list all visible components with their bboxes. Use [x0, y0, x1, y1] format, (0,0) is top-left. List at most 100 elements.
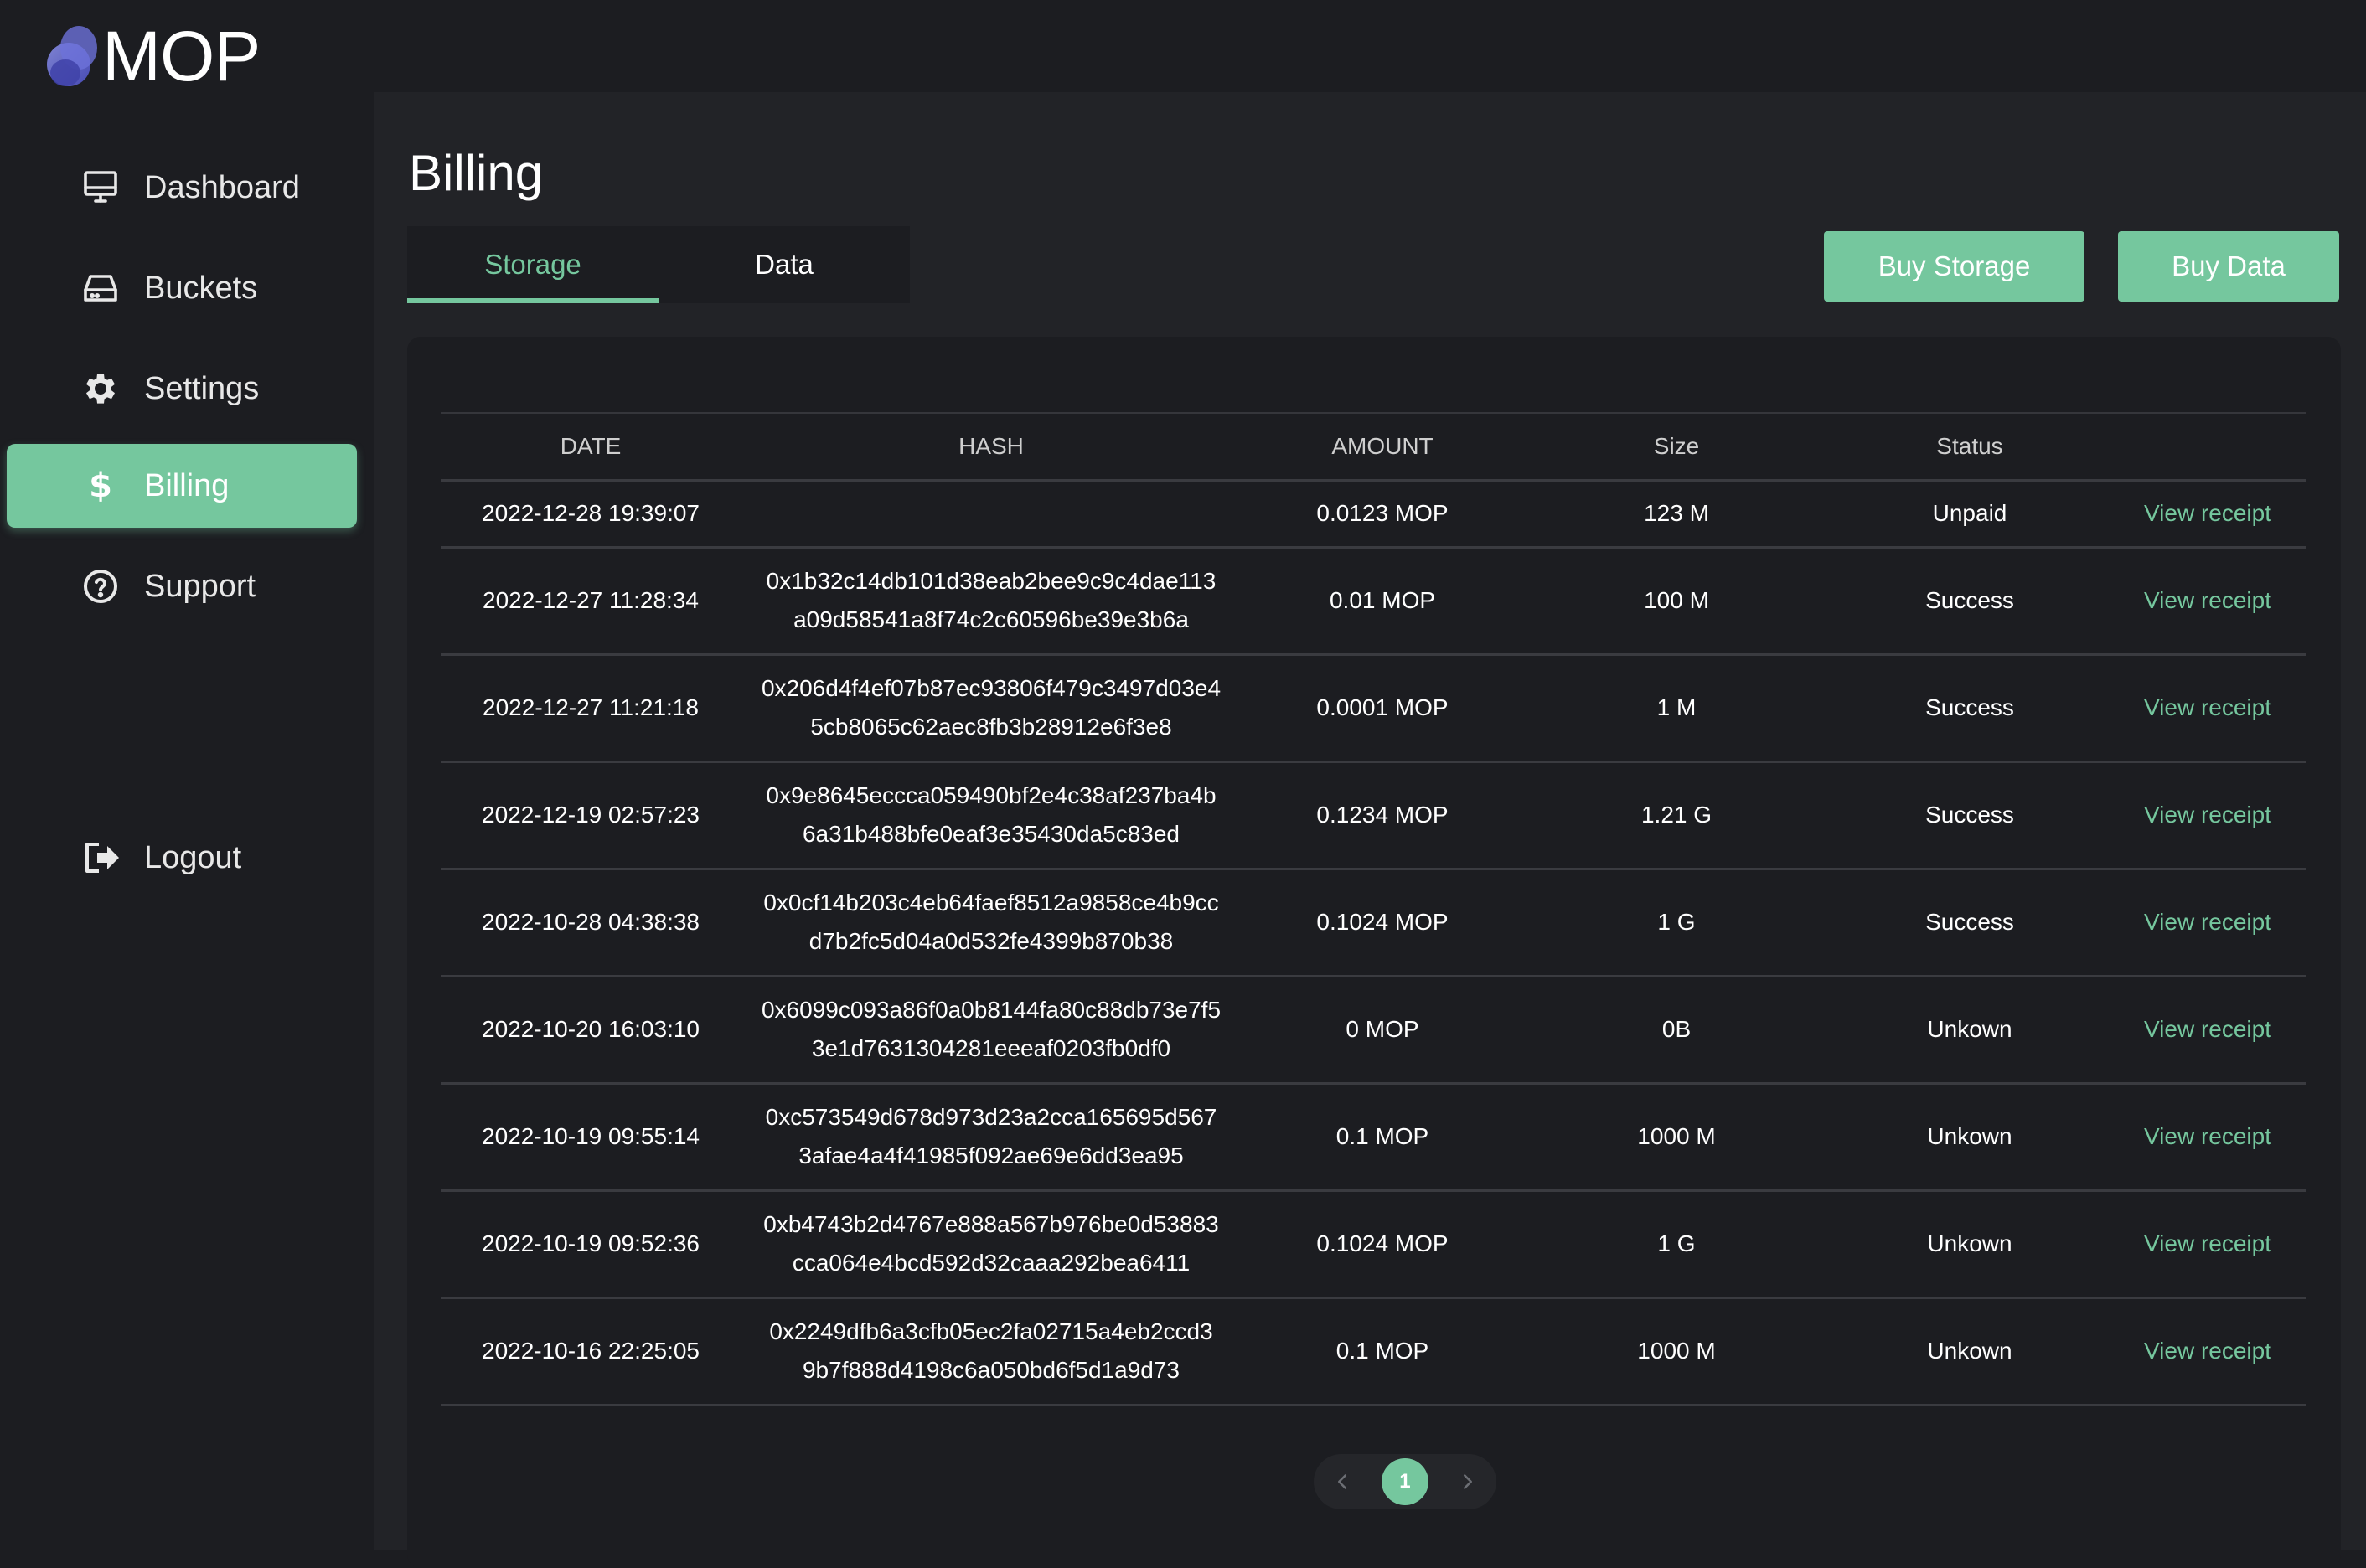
- cell-date: 2022-10-28 04:38:38: [482, 909, 700, 935]
- hash-line-1: 0x0cf14b203c4eb64faef8512a9858ce4b9cc: [763, 890, 1219, 916]
- table-row: 2022-12-27 11:21:18 0x206d4f4ef07b87ec93…: [441, 654, 2306, 761]
- billing-card: DATE HASH AMOUNT Size Status 2022-12-28 …: [407, 337, 2341, 1568]
- hash-line-2: 9b7f888d4198c6a050bd6f5d1a9d73: [802, 1357, 1180, 1383]
- view-receipt-link[interactable]: View receipt: [2144, 909, 2271, 935]
- cell-amount: 0.1024 MOP: [1316, 909, 1449, 935]
- view-receipt-link[interactable]: View receipt: [2144, 802, 2271, 828]
- chevron-right-icon[interactable]: [1451, 1465, 1485, 1498]
- hash-line-2: 5cb8065c62aec8fb3b28912e6f3e8: [810, 714, 1172, 740]
- logout-button[interactable]: Logout: [7, 816, 357, 900]
- sidebar-item-dashboard[interactable]: Dashboard: [7, 146, 357, 230]
- logout-label: Logout: [144, 839, 242, 875]
- top-bar: MOP: [0, 0, 2366, 92]
- table-header-row: DATE HASH AMOUNT Size Status: [441, 413, 2306, 480]
- hash-line-1: 0xc573549d678d973d23a2cca165695d567: [765, 1104, 1217, 1130]
- drive-icon: [80, 268, 121, 308]
- table-row: 2022-12-27 11:28:34 0x1b32c14db101d38eab…: [441, 547, 2306, 654]
- cell-date: 2022-12-19 02:57:23: [482, 802, 700, 828]
- column-header-date[interactable]: DATE: [441, 413, 741, 480]
- page-number-current[interactable]: 1: [1381, 1458, 1428, 1505]
- column-header-size[interactable]: Size: [1523, 413, 1830, 480]
- sidebar-item-support[interactable]: Support: [7, 544, 357, 628]
- cell-size: 1 G: [1657, 909, 1696, 935]
- hash-line-2: a09d58541a8f74c2c60596be39e3b6a: [793, 606, 1189, 632]
- view-receipt-link[interactable]: View receipt: [2144, 1016, 2271, 1042]
- cell-status: Unpaid: [1932, 500, 2007, 526]
- cell-hash: 0x206d4f4ef07b87ec93806f479c3497d03e4 5cb…: [741, 654, 1242, 761]
- cell-size: 1 G: [1657, 1230, 1696, 1256]
- cell-action: View receipt: [2110, 480, 2306, 547]
- cell-date: 2022-12-27 11:21:18: [483, 694, 699, 720]
- monitor-icon: [80, 168, 121, 208]
- cell-hash: 0x0cf14b203c4eb64faef8512a9858ce4b9cc d7b…: [741, 869, 1242, 976]
- mop-logo-icon: [47, 26, 97, 86]
- buy-data-button[interactable]: Buy Data: [2118, 231, 2339, 302]
- sidebar-item-label: Support: [144, 568, 256, 604]
- hash-line-2: 3e1d7631304281eeeaf0203fb0df0: [811, 1035, 1171, 1061]
- dollar-icon: $: [89, 467, 112, 505]
- tab-data[interactable]: Data: [659, 226, 910, 303]
- view-receipt-link[interactable]: View receipt: [2144, 1338, 2271, 1364]
- sidebar: Dashboard Buckets Settings $ Billing Sup…: [0, 92, 374, 1550]
- hash-line-1: 0x9e8645eccca059490bf2e4c38af237ba4b: [766, 782, 1217, 808]
- cell-status: Success: [1925, 694, 2014, 720]
- cell-date: 2022-10-19 09:52:36: [482, 1230, 700, 1256]
- cell-hash: 0xc573549d678d973d23a2cca165695d567 3afae…: [741, 1083, 1242, 1190]
- cell-action: View receipt: [2110, 1083, 2306, 1190]
- cell-hash: 0x2249dfb6a3cfb05ec2fa02715a4eb2ccd3 9b7f…: [741, 1297, 1242, 1405]
- billing-tabs: Storage Data: [407, 226, 910, 303]
- logout-icon: [80, 838, 121, 878]
- view-receipt-link[interactable]: View receipt: [2144, 1230, 2271, 1256]
- sidebar-item-label: Buckets: [144, 270, 258, 306]
- buy-storage-button[interactable]: Buy Storage: [1824, 231, 2084, 302]
- sidebar-item-label: Billing: [144, 467, 230, 503]
- cell-date: 2022-10-16 22:25:05: [482, 1338, 700, 1364]
- cell-status: Success: [1925, 587, 2014, 613]
- cell-amount: 0.1024 MOP: [1316, 1230, 1449, 1256]
- view-receipt-link[interactable]: View receipt: [2144, 587, 2271, 613]
- table-row: 2022-10-20 16:03:10 0x6099c093a86f0a0b81…: [441, 976, 2306, 1083]
- view-receipt-link[interactable]: View receipt: [2144, 1123, 2271, 1149]
- cell-hash: 0x6099c093a86f0a0b8144fa80c88db73e7f5 3e1…: [741, 976, 1242, 1083]
- cell-amount: 0.1 MOP: [1335, 1338, 1429, 1364]
- hash-line-2: 3afae4a4f41985f092ae69e6dd3ea95: [798, 1142, 1184, 1168]
- cell-status: Success: [1925, 802, 2014, 828]
- column-header-hash[interactable]: HASH: [741, 413, 1242, 480]
- hash-line-2: 6a31b488bfe0eaf3e35430da5c83ed: [802, 821, 1180, 847]
- sidebar-item-billing[interactable]: $ Billing: [7, 444, 357, 528]
- cell-amount: 0.0123 MOP: [1316, 500, 1449, 526]
- gear-icon: [80, 369, 121, 409]
- sidebar-item-buckets[interactable]: Buckets: [7, 246, 357, 330]
- cell-date: 2022-12-27 11:28:34: [483, 587, 699, 613]
- cell-action: View receipt: [2110, 976, 2306, 1083]
- hash-line-1: 0xb4743b2d4767e888a567b976be0d53883: [763, 1211, 1219, 1237]
- cell-amount: 0.0001 MOP: [1316, 694, 1449, 720]
- cell-amount: 0.1234 MOP: [1316, 802, 1449, 828]
- main-content: Billing Storage Data Buy Storage Buy Dat…: [374, 92, 2366, 1568]
- hash-line-1: 0x206d4f4ef07b87ec93806f479c3497d03e4: [761, 675, 1222, 701]
- hash-line-2: d7b2fc5d04a0d532fe4399b870b38: [808, 928, 1174, 954]
- cell-amount: 0.1 MOP: [1335, 1123, 1429, 1149]
- cell-date: 2022-12-28 19:39:07: [482, 500, 700, 526]
- column-header-amount[interactable]: AMOUNT: [1242, 413, 1523, 480]
- cell-date: 2022-10-19 09:55:14: [482, 1123, 700, 1149]
- view-receipt-link[interactable]: View receipt: [2144, 500, 2271, 526]
- help-circle-icon: [80, 566, 121, 606]
- cell-hash: 0x1b32c14db101d38eab2bee9c9c4dae113 a09d5…: [741, 547, 1242, 654]
- cell-status: Unkown: [1927, 1338, 2012, 1364]
- cell-amount: 0.01 MOP: [1329, 587, 1436, 613]
- sidebar-item-settings[interactable]: Settings: [7, 347, 357, 431]
- cell-size: 1.21 G: [1640, 802, 1713, 828]
- tab-storage[interactable]: Storage: [407, 226, 659, 303]
- cell-size: 123 M: [1644, 500, 1709, 526]
- cell-status: Unkown: [1927, 1123, 2012, 1149]
- table-row: 2022-10-16 22:25:05 0x2249dfb6a3cfb05ec2…: [441, 1297, 2306, 1405]
- column-header-status[interactable]: Status: [1830, 413, 2110, 480]
- column-header-action: [2110, 413, 2306, 480]
- cell-status: Unkown: [1927, 1016, 2012, 1042]
- chevron-left-icon[interactable]: [1325, 1465, 1359, 1498]
- sidebar-item-label: Dashboard: [144, 169, 300, 205]
- cell-size: 0B: [1661, 1016, 1692, 1042]
- logo[interactable]: MOP: [44, 18, 261, 94]
- view-receipt-link[interactable]: View receipt: [2144, 694, 2271, 720]
